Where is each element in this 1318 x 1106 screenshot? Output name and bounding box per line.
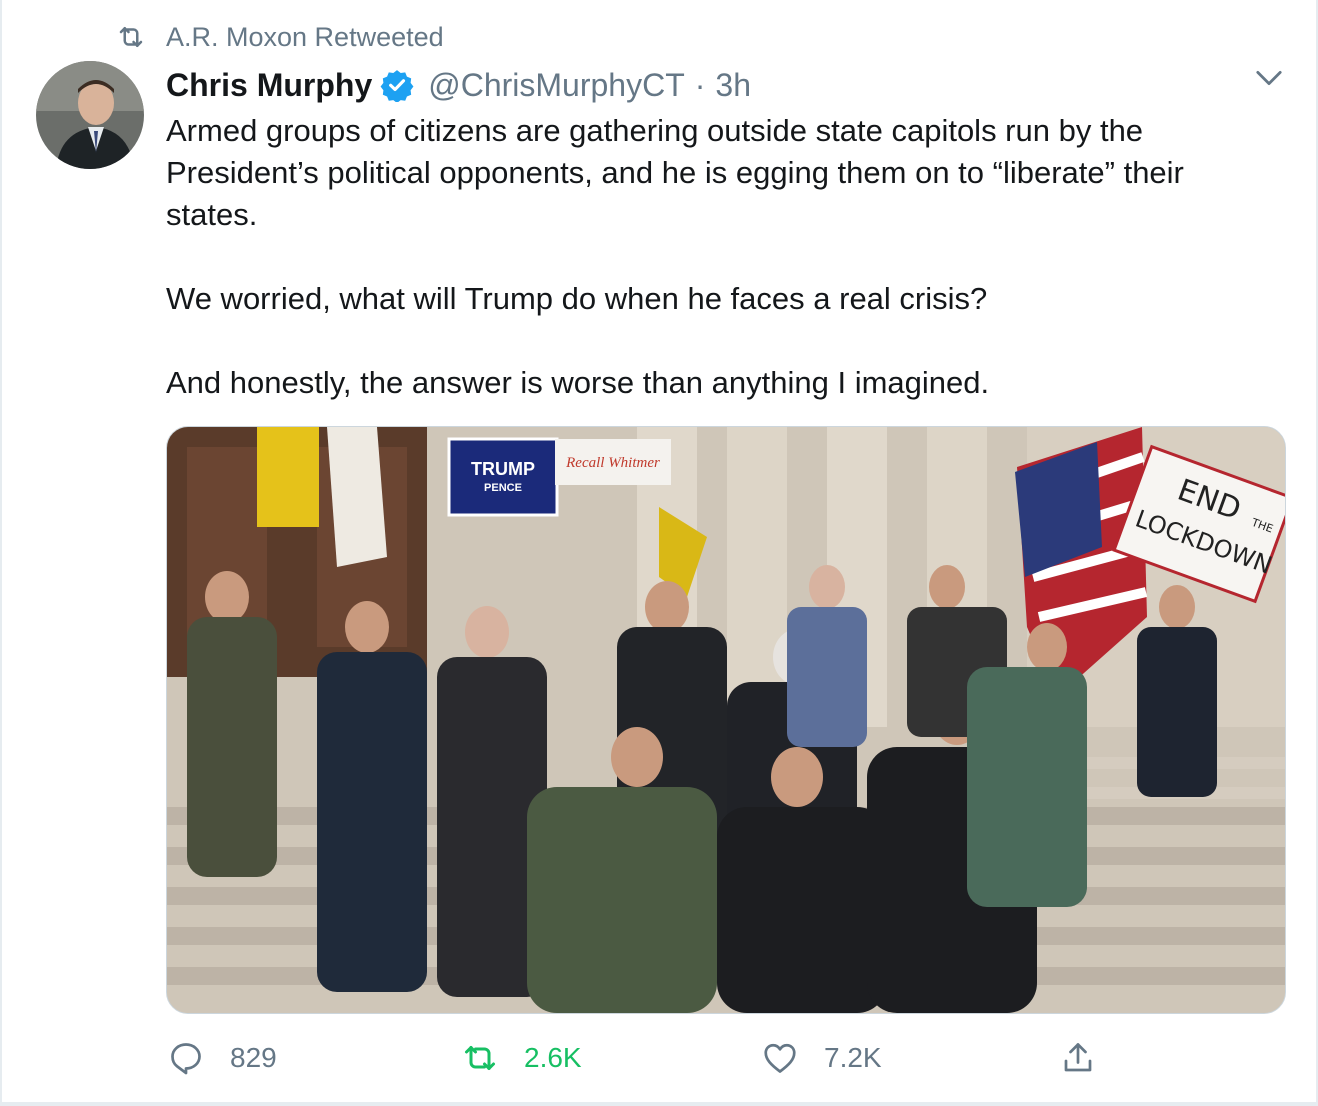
verified-badge-icon xyxy=(380,70,414,102)
trump-sign-line2: PENCE xyxy=(484,482,522,494)
retweet-banner[interactable]: A.R. Moxon Retweeted xyxy=(116,20,444,54)
trump-sign: TRUMP PENCE xyxy=(447,437,559,517)
separator-dot: · xyxy=(694,66,706,103)
like-action[interactable]: 7.2K xyxy=(762,1034,882,1082)
chevron-down-icon[interactable] xyxy=(1252,64,1286,92)
tweet-text-line: We worried, what will Trump do when he f… xyxy=(166,281,988,316)
retweet-banner-text: A.R. Moxon Retweeted xyxy=(166,21,444,52)
tweet-text-line: President’s political opponents, and he … xyxy=(166,155,1184,190)
reply-action[interactable]: 829 xyxy=(168,1034,277,1082)
tweet-text: Armed groups of citizens are gathering o… xyxy=(166,110,1296,404)
author-name[interactable]: Chris Murphy xyxy=(166,67,372,104)
retweet-count: 2.6K xyxy=(524,1042,582,1073)
reply-count: 829 xyxy=(230,1042,277,1073)
retweet-icon xyxy=(119,27,143,47)
author-handle[interactable]: @ChrisMurphyCT xyxy=(428,67,685,104)
reply-icon xyxy=(171,1043,201,1075)
trump-sign-line1: TRUMP xyxy=(471,459,535,479)
timeline-border-left xyxy=(0,0,2,1106)
tweet-header: Chris Murphy @ChrisMurphyCT · 3h xyxy=(166,62,751,108)
retweet-icon xyxy=(465,1046,495,1070)
recall-sign-text: Recall Whitmer xyxy=(565,455,660,471)
tweet-photo[interactable]: TRUMP PENCE Recall Whitmer END THE LOCKD… xyxy=(166,426,1286,1014)
tweet-divider xyxy=(0,1102,1318,1106)
tweet-text-line: And honestly, the answer is worse than a… xyxy=(166,365,990,400)
tweet-timestamp[interactable]: 3h xyxy=(715,67,751,104)
tweet-text-line: Armed groups of citizens are gathering o… xyxy=(166,113,1144,148)
like-count: 7.2K xyxy=(824,1042,882,1073)
heart-icon xyxy=(764,1043,796,1073)
avatar[interactable] xyxy=(36,61,144,169)
recall-sign: Recall Whitmer xyxy=(555,439,671,485)
tweet-text-line: states. xyxy=(166,197,258,232)
retweet-action[interactable]: 2.6K xyxy=(462,1034,582,1082)
share-icon xyxy=(1064,1043,1092,1072)
share-action[interactable] xyxy=(1060,1034,1122,1082)
